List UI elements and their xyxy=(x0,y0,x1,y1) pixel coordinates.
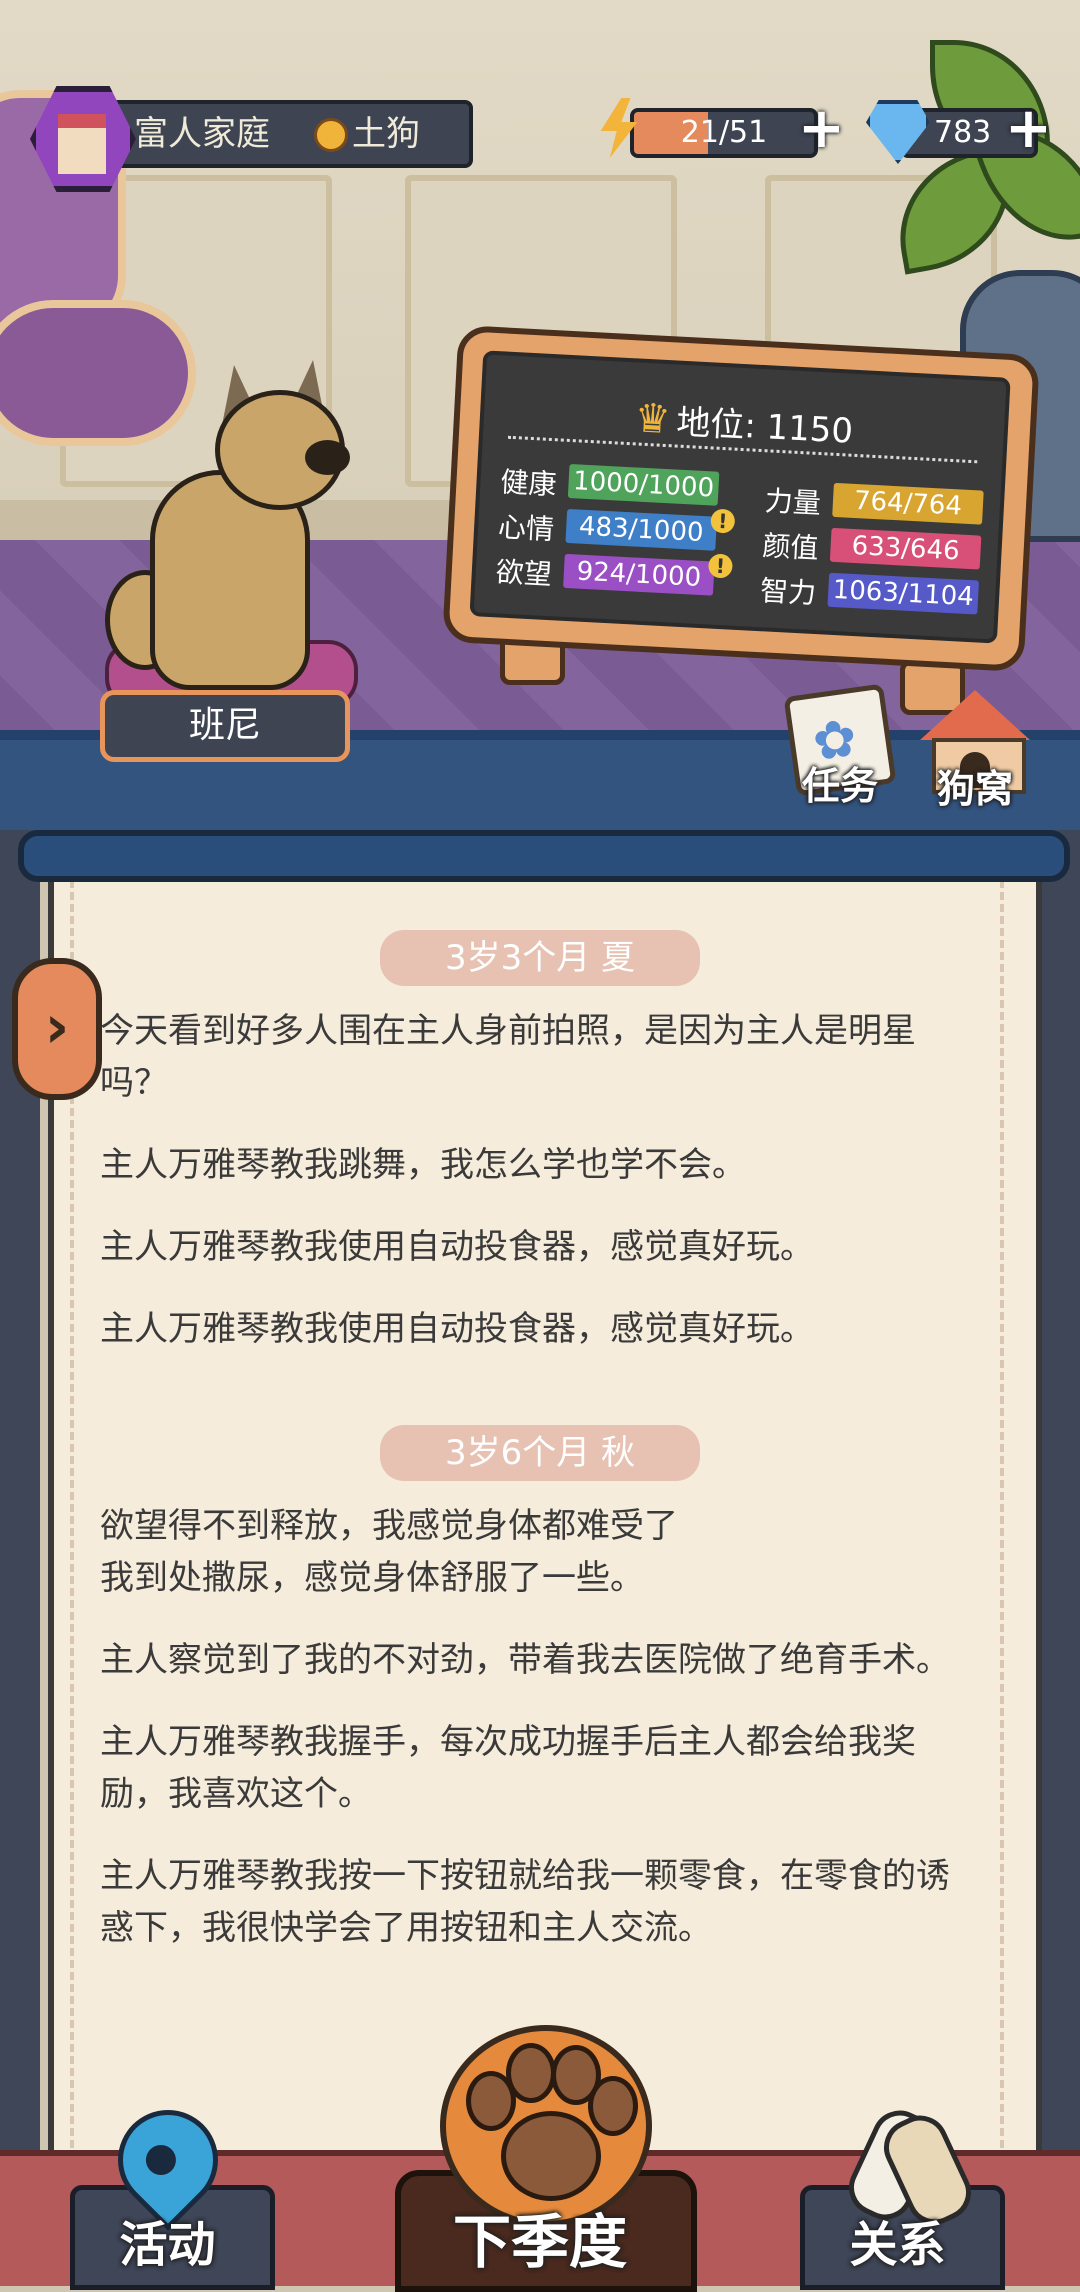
diary-entry: 今天看到好多人围在主人身前拍照，是因为主人是明星吗？ xyxy=(100,1011,916,1103)
warning-icon: ! xyxy=(710,508,736,534)
task-button[interactable]: 任务 xyxy=(785,755,895,810)
energy-text: 21/51 xyxy=(680,115,768,150)
stat-value: 633/646 xyxy=(829,527,982,570)
pet-name-tag[interactable]: 班尼 xyxy=(100,690,350,762)
season-tag: 3岁6个月 秋 xyxy=(380,1425,700,1481)
side-wall xyxy=(1040,830,1080,2280)
stat-label: 颜值 xyxy=(761,529,820,566)
status-value: 地位: 1150 xyxy=(675,402,855,452)
stat-value: 1063/1104 xyxy=(827,572,980,615)
season-tag: 3岁3个月 夏 xyxy=(380,930,700,986)
home-name: 富人家庭 xyxy=(134,114,270,154)
stat-value: 764/764 xyxy=(832,482,984,525)
stat-label: 力量 xyxy=(764,484,822,521)
scroll-rod xyxy=(18,830,1070,882)
stat-value: 483/1000 xyxy=(565,508,718,551)
warning-icon: ! xyxy=(707,553,734,579)
diary-entry: 主人万雅琴教我使用自动投食器，感觉真好玩。 xyxy=(100,1309,814,1349)
diary-entry: 欲望得不到释放，我感觉身体都难受了 我到处撒尿，感觉身体舒服了一些。 xyxy=(100,1506,678,1598)
kennel-button[interactable]: 狗窝 xyxy=(920,758,1030,813)
diary-entry: 主人万雅琴教我握手，每次成功握手后主人都会给我奖励，我喜欢这个。 xyxy=(100,1722,916,1814)
stat-value: 924/1000 xyxy=(563,553,715,596)
dog-nose xyxy=(305,440,350,475)
paper-border xyxy=(1000,880,1004,2280)
stat-label: 心情 xyxy=(497,510,555,547)
stat-label: 健康 xyxy=(499,465,558,502)
gem-count: 783 xyxy=(934,115,992,150)
chair-seat xyxy=(0,300,196,446)
stat-label: 智力 xyxy=(759,574,818,611)
diary-entry: 主人万雅琴教我跳舞，我怎么学也学不会。 xyxy=(100,1145,746,1185)
rank-label: 土狗 xyxy=(352,114,420,154)
stat-value: 1000/1000 xyxy=(567,463,720,506)
home-status-bar[interactable]: 富人家庭 土狗 xyxy=(80,100,473,168)
diary-entry: 主人万雅琴教我使用自动投食器，感觉真好玩。 xyxy=(100,1227,814,1267)
diary-entry: 主人万雅琴教我按一下按钮就给我一颗零食，在零食的诱惑下，我很快学会了用按钮和主人… xyxy=(100,1856,950,1948)
status-board[interactable]: ♛ 地位: 1150 健康 1000/1000 心情 483/1000! 欲望 924/10… xyxy=(442,324,1040,673)
handshake-icon[interactable] xyxy=(839,2101,981,2234)
relation-button[interactable]: 关系 xyxy=(800,2205,995,2275)
status-board-inner: ♛ 地位: 1150 健康 1000/1000 心情 483/1000! 欲望 924/10… xyxy=(469,350,1011,644)
next-season-button[interactable]: 下季度 xyxy=(395,2195,685,2279)
add-gems-button[interactable]: + xyxy=(1005,101,1052,157)
activity-button[interactable]: 活动 xyxy=(70,2205,265,2275)
diary-entry: 主人察觉到了我的不对劲，带着我去医院做了绝育手术。 xyxy=(100,1640,950,1680)
add-energy-button[interactable]: + xyxy=(798,101,845,157)
stat-label: 欲望 xyxy=(494,555,553,592)
expand-arrow-button[interactable]: › xyxy=(12,958,102,1100)
crown-icon: ♛ xyxy=(633,395,672,444)
energy-bar: 21/51 xyxy=(630,108,818,158)
medal-icon xyxy=(314,118,348,152)
stats-grid: 健康 1000/1000 心情 483/1000! 欲望 924/1000! 力量 764/7… xyxy=(487,355,1006,615)
